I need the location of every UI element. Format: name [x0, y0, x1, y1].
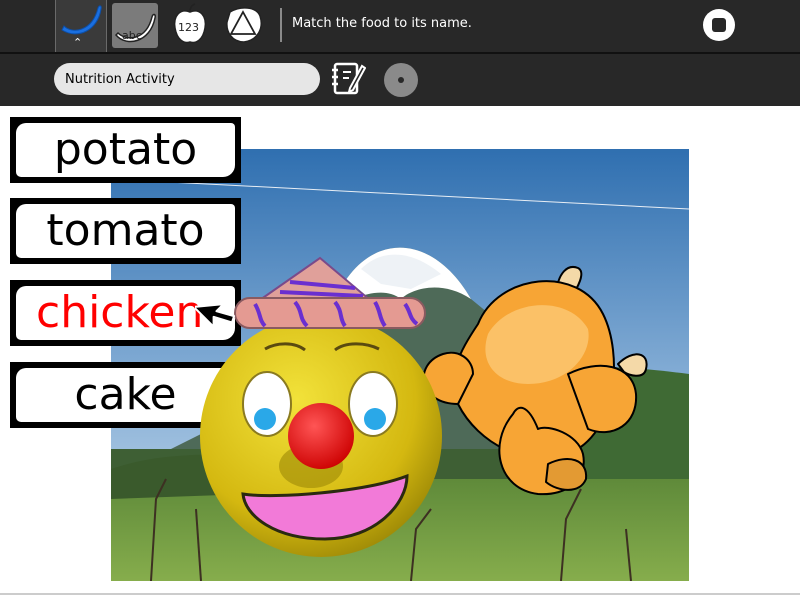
journal-icon	[332, 62, 367, 95]
card-label: tomato	[46, 205, 205, 256]
activity-toolbar	[0, 54, 800, 106]
abc-label: abc	[122, 29, 142, 42]
word-card-potato[interactable]: potato	[10, 117, 241, 183]
bottom-border	[0, 593, 800, 595]
abc-icon: abc	[114, 13, 156, 43]
card-face: potato	[16, 123, 235, 177]
game-canvas: potato tomato chicken cake	[0, 106, 800, 600]
banana-icon	[61, 5, 102, 35]
activity-title-input[interactable]	[54, 63, 320, 95]
tab-banana[interactable]: ⌃	[55, 0, 107, 52]
stop-icon	[703, 9, 735, 41]
apple-label: 123	[178, 21, 199, 34]
triangle-icon	[226, 7, 262, 43]
apple-123-icon: 123	[173, 3, 207, 44]
card-label: potato	[53, 124, 198, 175]
chicken-food-image[interactable]	[418, 254, 648, 504]
tab-shapes[interactable]	[222, 0, 266, 52]
card-label: cake	[74, 369, 177, 420]
card-face: tomato	[16, 204, 235, 258]
tab-abc[interactable]: abc	[112, 3, 158, 48]
journal-button[interactable]	[328, 60, 367, 98]
instruction-text: Match the food to its name.	[292, 16, 472, 31]
stop-button[interactable]	[702, 8, 736, 42]
chevron-up-icon: ⌃	[73, 36, 83, 49]
toolbar-separator	[280, 8, 282, 42]
clown-nose	[288, 403, 354, 469]
main-toolbar: ⌃ abc 123 Match the food to its name.	[0, 0, 800, 52]
mouse-cursor-icon	[195, 303, 235, 328]
tab-123[interactable]: 123	[168, 0, 212, 52]
card-label-highlighted: chicken	[36, 287, 204, 338]
share-button[interactable]	[384, 63, 418, 97]
hat-icon	[234, 256, 426, 329]
